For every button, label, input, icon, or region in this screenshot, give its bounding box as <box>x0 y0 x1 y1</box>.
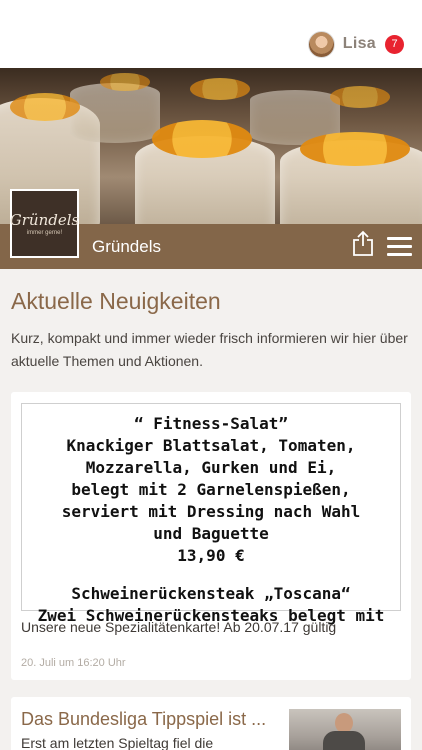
menu-line: Knackiger Blattsalat, Tomaten, <box>66 436 356 455</box>
user-avatar[interactable] <box>307 30 335 58</box>
user-name[interactable]: Lisa <box>343 35 376 53</box>
user-menu[interactable]: Lisa 7 <box>307 30 404 58</box>
menu-line: und Baguette <box>153 524 269 543</box>
news-card-caption: Unsere neue Spezialitätenkarte! Ab 20.07… <box>21 619 337 635</box>
notification-badge[interactable]: 7 <box>385 34 404 54</box>
logo-tagline: immer gerne! <box>26 230 63 236</box>
menu-line: serviert mit Dressing nach Wahl <box>61 502 361 521</box>
brand-logo[interactable]: Gründels immer gerne! <box>10 189 79 258</box>
intro-text: Kurz, kompakt und immer wieder frisch in… <box>11 330 408 369</box>
share-icon[interactable] <box>352 230 374 256</box>
news-card-title[interactable]: Das Bundesliga Tippspiel ist ... <box>21 709 277 730</box>
menu-line: 13,90 € <box>177 546 245 565</box>
brand-title: Gründels <box>92 237 161 256</box>
menu-line: Mozzarella, Gurken und Ei, <box>85 458 337 477</box>
logo-wordmark: Gründels <box>9 211 80 229</box>
news-card-excerpt: Erst am letzten Spieltag fiel die <box>21 735 214 750</box>
news-card-image[interactable]: “ Fitness-Salat” Knackiger Blattsalat, T… <box>21 403 401 625</box>
menu-line: Schweinerückensteak „Toscana“ <box>71 584 351 603</box>
hamburger-menu-icon[interactable] <box>387 237 412 256</box>
menu-line: “ Fitness-Salat” <box>133 414 289 433</box>
news-card-date: 20. Juli um 16:20 Uhr <box>21 657 126 669</box>
menu-line: belegt mit 2 Garnelenspießen, <box>71 480 351 499</box>
news-card[interactable]: Das Bundesliga Tippspiel ist ... Erst am… <box>11 697 411 750</box>
top-bar: Lisa 7 <box>0 0 422 68</box>
page-title: Aktuelle Neuigkeiten <box>11 288 221 314</box>
news-card[interactable]: “ Fitness-Salat” Knackiger Blattsalat, T… <box>11 392 411 680</box>
news-card-thumbnail[interactable] <box>289 709 401 750</box>
